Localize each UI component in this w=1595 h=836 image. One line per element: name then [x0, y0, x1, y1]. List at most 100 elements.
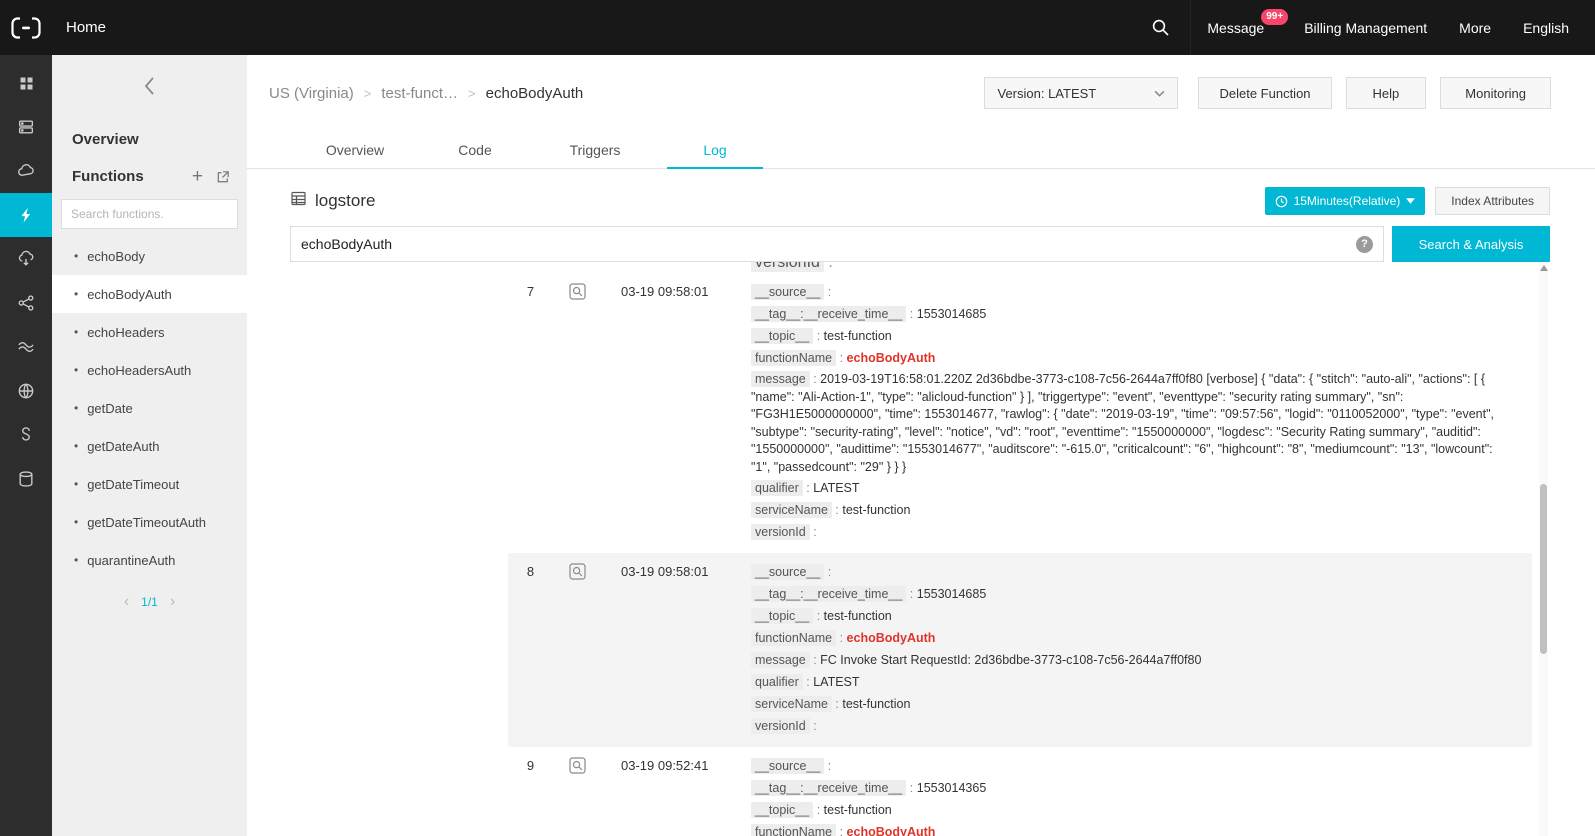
breadcrumb-service[interactable]: test-funct… — [381, 85, 458, 102]
function-search-box — [61, 199, 238, 229]
help-button[interactable]: Help — [1346, 77, 1427, 109]
log-field-key[interactable]: serviceName — [751, 502, 832, 518]
network-icon[interactable] — [0, 369, 52, 413]
log-field-functionName: functionName : echoBodyAuth — [751, 348, 1506, 369]
sidebar-item-overview[interactable]: Overview — [52, 121, 247, 160]
row-number: 9 — [508, 756, 553, 836]
version-select[interactable]: Version: LATEST — [984, 77, 1178, 109]
icon-rail — [0, 55, 52, 836]
sidebar-item-getDate[interactable]: •getDate — [52, 389, 247, 427]
tab-log[interactable]: Log — [655, 131, 775, 168]
language-selector[interactable]: English — [1523, 20, 1569, 36]
breadcrumb-region[interactable]: US (Virginia) — [269, 85, 354, 102]
logstore-title: logstore — [315, 191, 375, 211]
log-query-input[interactable] — [301, 236, 1356, 252]
log-field-key[interactable]: versionId — [751, 524, 810, 540]
open-in-new-icon[interactable] — [215, 169, 231, 185]
log-field-key[interactable]: functionName — [751, 824, 836, 836]
log-field-key[interactable]: __topic__ — [751, 328, 813, 344]
row-timestamp: 03-19 09:58:01 — [591, 562, 751, 738]
log-field-key[interactable]: __tag__:__receive_time__ — [751, 780, 906, 796]
sidebar-item-getDateTimeoutAuth[interactable]: •getDateTimeoutAuth — [52, 503, 247, 541]
log-field-key[interactable]: __tag__:__receive_time__ — [751, 586, 906, 602]
billing-management-link[interactable]: Billing Management — [1304, 20, 1427, 36]
tab-overview[interactable]: Overview — [295, 131, 415, 168]
log-field-key[interactable]: functionName — [751, 350, 836, 366]
page-next-icon[interactable]: › — [170, 595, 175, 609]
log-field-value: test-function — [842, 697, 910, 711]
function-pagination: ‹ 1/1 › — [52, 595, 247, 609]
functions-heading: Functions — [72, 168, 192, 185]
main-content: US (Virginia) > test-funct… > echoBodyAu… — [247, 55, 1595, 836]
page-prev-icon[interactable]: ‹ — [124, 595, 129, 609]
log-field-tag-receive-time: __tag__:__receive_time__ : 1553014685 — [751, 304, 1506, 325]
log-field-versionId: versionId : — [751, 262, 1550, 273]
topbar: Home Message 99+ Billing Management More… — [0, 0, 1595, 55]
function-compute-icon[interactable] — [0, 193, 52, 237]
bullet-icon: • — [74, 439, 78, 453]
vpn-icon[interactable] — [0, 325, 52, 369]
log-field-key[interactable]: qualifier — [751, 674, 803, 690]
log-field-key[interactable]: functionName — [751, 630, 836, 646]
log-field-key[interactable]: __source__ — [751, 758, 824, 774]
row-context-zoom-icon[interactable] — [553, 562, 591, 738]
log-field-key[interactable]: qualifier — [751, 480, 803, 496]
more-menu[interactable]: More — [1459, 20, 1491, 36]
log-field-source: __source__ : — [751, 562, 1506, 583]
time-range-button[interactable]: 15Minutes(Relative) — [1265, 187, 1426, 215]
monitoring-button[interactable]: Monitoring — [1440, 77, 1551, 109]
index-attributes-button[interactable]: Index Attributes — [1435, 187, 1550, 215]
row-context-zoom-icon[interactable] — [553, 756, 591, 836]
scrollbar-thumb[interactable] — [1540, 484, 1547, 654]
row-number: 7 — [508, 282, 553, 544]
log-field-message: message : 2019-03-19T16:58:01.220Z 2d36b… — [751, 371, 1506, 476]
sidebar-item-getDateAuth[interactable]: •getDateAuth — [52, 427, 247, 465]
sidebar-item-echoHeadersAuth[interactable]: •echoHeadersAuth — [52, 351, 247, 389]
scroll-up-icon[interactable] — [1540, 265, 1548, 271]
add-function-icon[interactable]: + — [192, 169, 203, 185]
breadcrumb: US (Virginia) > test-funct… > echoBodyAu… — [269, 85, 583, 102]
log-field-key[interactable]: __source__ — [751, 564, 824, 580]
help-icon[interactable]: ? — [1356, 236, 1373, 253]
oss-icon[interactable] — [0, 237, 52, 281]
sidebar-item-quarantineAuth[interactable]: •quarantineAuth — [52, 541, 247, 579]
log-scrollbar[interactable] — [1539, 262, 1548, 836]
link-icon[interactable] — [0, 413, 52, 457]
sidebar-item-echoBodyAuth[interactable]: •echoBodyAuth — [52, 275, 247, 313]
log-field-topic: __topic__ : test-function — [751, 326, 1506, 347]
function-search-input[interactable] — [62, 207, 237, 221]
log-field-versionId: versionId : — [751, 522, 1506, 543]
alibaba-cloud-logo[interactable] — [0, 0, 52, 55]
delete-function-button[interactable]: Delete Function — [1198, 77, 1331, 109]
row-timestamp: 03-19 09:52:41 — [591, 756, 751, 836]
search-analysis-button[interactable]: Search & Analysis — [1392, 226, 1550, 262]
log-field-key[interactable]: message — [751, 371, 810, 387]
sidebar-item-getDateTimeout[interactable]: •getDateTimeout — [52, 465, 247, 503]
cloud-icon[interactable] — [0, 149, 52, 193]
log-field-key[interactable]: __topic__ — [751, 608, 813, 624]
bullet-icon: • — [74, 287, 78, 301]
home-link[interactable]: Home — [66, 19, 106, 36]
row-fields: __source__ : __tag__:__receive_time__ : … — [751, 756, 1512, 836]
tab-triggers[interactable]: Triggers — [535, 131, 655, 168]
breadcrumb-separator: > — [364, 86, 372, 101]
log-field-key[interactable]: __topic__ — [751, 802, 813, 818]
sidebar-item-echoHeaders[interactable]: •echoHeaders — [52, 313, 247, 351]
apps-grid-icon[interactable] — [0, 61, 52, 105]
log-field-key[interactable]: message — [751, 652, 810, 668]
log-field-key[interactable]: serviceName — [751, 696, 832, 712]
sidebar-collapse-icon[interactable] — [141, 75, 159, 102]
log-field-key[interactable]: __tag__:__receive_time__ — [751, 306, 906, 322]
log-field-key[interactable]: __source__ — [751, 284, 824, 300]
tab-code[interactable]: Code — [415, 131, 535, 168]
search-icon[interactable] — [1130, 0, 1190, 55]
log-field-key[interactable]: versionId — [751, 718, 810, 734]
message-link[interactable]: Message 99+ — [1207, 20, 1264, 36]
log-field-key[interactable]: versionId — [751, 262, 824, 272]
storage-icon[interactable] — [0, 457, 52, 501]
workflow-icon[interactable] — [0, 281, 52, 325]
row-context-zoom-icon[interactable] — [553, 282, 591, 544]
sidebar-item-echoBody[interactable]: •echoBody — [52, 237, 247, 275]
page-indicator: 1/1 — [141, 595, 158, 609]
server-icon[interactable] — [0, 105, 52, 149]
